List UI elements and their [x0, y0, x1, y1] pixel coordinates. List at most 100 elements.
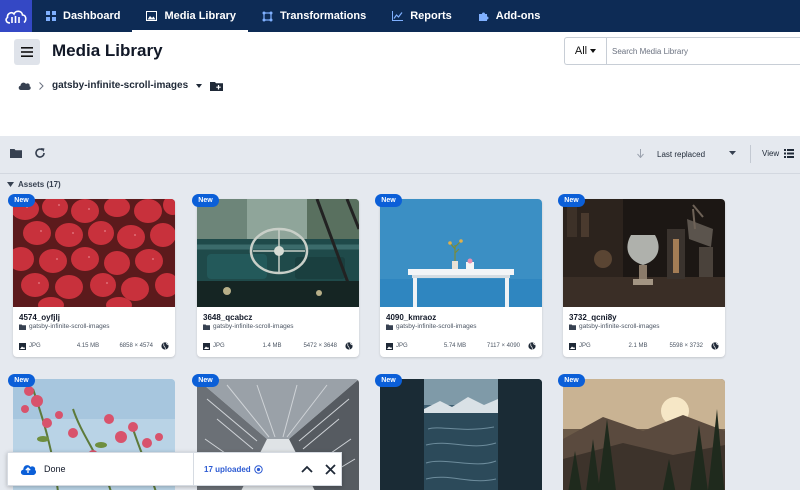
nav-add-ons[interactable]: Add-ons — [464, 0, 553, 32]
new-folder-icon[interactable] — [210, 81, 224, 91]
asset-thumbnail — [197, 199, 359, 307]
sort-direction-icon[interactable] — [637, 149, 644, 158]
asset-thumbnail — [563, 379, 725, 490]
upload-status: Done — [8, 453, 194, 485]
chevron-up-icon[interactable] — [301, 465, 313, 473]
breadcrumb-folder[interactable]: gatsby-infinite-scroll-images — [52, 80, 188, 91]
image-type-icon — [569, 342, 576, 350]
asset-size: 4.15 MB — [76, 343, 100, 349]
hamburger-icon — [21, 47, 33, 57]
asset-size: 2.1 MB — [628, 343, 648, 349]
globe-icon[interactable] — [528, 342, 536, 350]
new-badge: New — [558, 374, 585, 387]
asset-folder: gatsby-infinite-scroll-images — [19, 323, 110, 330]
cloud-icon — [5, 10, 27, 24]
nav-dashboard-label: Dashboard — [63, 10, 121, 22]
target-icon — [253, 464, 263, 474]
caret-down-icon[interactable] — [196, 83, 203, 88]
list-view-icon[interactable] — [784, 149, 794, 158]
nav-reports-label: Reports — [410, 10, 452, 22]
asset-card[interactable]: 3732_qcni8y gatsby-infinite-scroll-image… — [563, 199, 725, 357]
nav-reports[interactable]: Reports — [378, 0, 464, 32]
cloud-root-icon[interactable] — [18, 81, 31, 90]
asset-folder: gatsby-infinite-scroll-images — [569, 323, 660, 330]
asset-thumbnail — [380, 379, 542, 490]
asset-dimensions: 5472 × 3648 — [303, 343, 337, 349]
asset-card[interactable] — [563, 379, 725, 490]
puzzle-icon — [478, 12, 489, 21]
asset-card[interactable]: 4574_oyfjlj gatsby-infinite-scroll-image… — [13, 199, 175, 357]
breadcrumb: gatsby-infinite-scroll-images — [18, 80, 224, 91]
asset-card[interactable]: 3648_qcabcz gatsby-infinite-scroll-image… — [197, 199, 359, 357]
cloudinary-logo[interactable] — [0, 0, 32, 32]
nav-transformations[interactable]: Transformations — [248, 0, 378, 32]
asset-name: 3732_qcni8y — [569, 313, 617, 322]
assets-section-toggle[interactable]: Assets (17) — [7, 180, 61, 189]
globe-icon[interactable] — [161, 342, 169, 350]
uploaded-count-label: 17 uploaded — [204, 464, 251, 474]
asset-name: 4090_kmraoz — [386, 313, 437, 322]
asset-thumbnail — [380, 199, 542, 307]
assets-heading: Assets (17) — [18, 180, 61, 189]
uploaded-count-link[interactable]: 17 uploaded — [204, 465, 263, 474]
asset-folder-label: gatsby-infinite-scroll-images — [29, 323, 110, 330]
cloud-upload-icon — [20, 465, 36, 475]
asset-card[interactable] — [380, 379, 542, 490]
folder-icon — [569, 324, 576, 330]
new-badge: New — [558, 194, 585, 207]
refresh-icon[interactable] — [34, 147, 46, 159]
caret-down-icon — [590, 49, 597, 53]
close-icon[interactable] — [325, 463, 336, 475]
nav-dashboard[interactable]: Dashboard — [32, 0, 132, 32]
folder-icon — [386, 324, 393, 330]
nav-add-ons-label: Add-ons — [495, 10, 541, 22]
page-title: Media Library — [52, 41, 163, 60]
folder-icon — [203, 324, 210, 330]
library-toolbar: Last replaced View — [0, 136, 800, 174]
asset-card[interactable]: 4090_kmraoz gatsby-infinite-scroll-image… — [380, 199, 542, 357]
folder-icon — [19, 324, 26, 330]
asset-dimensions: 7117 × 4090 — [486, 343, 520, 349]
nav-transformations-label: Transformations — [280, 10, 367, 22]
globe-icon[interactable] — [711, 342, 719, 350]
upload-status-label: Done — [44, 464, 66, 474]
asset-folder: gatsby-infinite-scroll-images — [386, 323, 477, 330]
caret-down-icon[interactable] — [729, 151, 736, 155]
globe-icon[interactable] — [345, 342, 353, 350]
search-filter-dropdown[interactable]: All — [565, 38, 607, 64]
asset-meta: JPG 4.15 MB 6858 × 4574 — [19, 342, 169, 350]
image-type-icon — [386, 342, 393, 350]
toolbar-divider — [750, 145, 751, 163]
image-type-icon — [203, 342, 210, 350]
asset-size: 5.74 MB — [443, 343, 467, 349]
asset-folder-label: gatsby-infinite-scroll-images — [396, 323, 477, 330]
top-navigation: Dashboard Media Library Transformations … — [0, 0, 800, 32]
folder-icon[interactable] — [10, 148, 22, 158]
new-badge: New — [375, 194, 402, 207]
asset-name: 4574_oyfjlj — [19, 313, 60, 322]
menu-toggle-button[interactable] — [14, 39, 40, 65]
asset-folder-label: gatsby-infinite-scroll-images — [213, 323, 294, 330]
asset-name: 3648_qcabcz — [203, 313, 253, 322]
nav-media-library[interactable]: Media Library — [132, 0, 248, 32]
image-icon — [146, 11, 158, 21]
asset-size: 1.4 MB — [262, 343, 282, 349]
asset-dimensions: 6858 × 4574 — [119, 343, 153, 349]
search-input[interactable] — [607, 46, 787, 56]
new-badge: New — [375, 374, 402, 387]
view-label[interactable]: View — [762, 149, 779, 158]
asset-meta: JPG 2.1 MB 5598 × 3732 — [569, 342, 719, 350]
sort-dropdown-label[interactable]: Last replaced — [657, 150, 705, 159]
asset-format: JPG — [396, 343, 408, 349]
new-badge: New — [192, 194, 219, 207]
chart-icon — [392, 11, 404, 21]
caret-down-icon — [7, 182, 14, 187]
grid-icon — [46, 11, 56, 21]
asset-dimensions: 5598 × 3732 — [669, 343, 703, 349]
new-badge: New — [8, 374, 35, 387]
asset-thumbnail — [13, 199, 175, 307]
asset-folder: gatsby-infinite-scroll-images — [203, 323, 294, 330]
upload-status-panel: Done 17 uploaded — [7, 452, 342, 486]
asset-format: JPG — [29, 343, 41, 349]
new-badge: New — [192, 374, 219, 387]
